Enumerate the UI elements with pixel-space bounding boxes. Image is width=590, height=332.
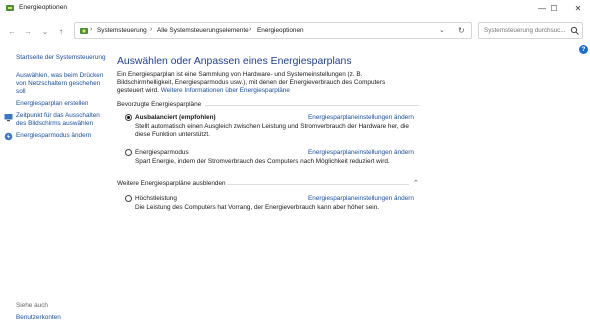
plan-energy-saver-name[interactable]: Energiesparmodus [135,149,189,156]
address-dropdown-icon[interactable]: ⌄ [439,26,445,34]
search-icon[interactable] [570,26,580,36]
sidebar-link-power-buttons-line3[interactable]: soll [16,88,26,96]
breadcrumb-separator-icon: › [90,26,93,33]
plan-energy-saver-radio[interactable] [125,149,132,156]
sidebar-link-energy-saver[interactable]: Energiesparmodus ändern [16,132,91,140]
recent-locations-chevron-icon[interactable]: ⌄ [39,25,51,37]
sidebar-link-user-accounts[interactable]: Benutzerkonten [16,314,61,322]
breadcrumb-energieoptionen[interactable]: Energieoptionen [257,27,304,34]
more-info-link[interactable]: Weitere Informationen über Energiesparpl… [161,87,290,94]
chevron-up-icon[interactable]: ⌃ [413,179,419,187]
up-arrow-icon[interactable]: ↑ [55,25,67,37]
back-arrow-icon[interactable]: ← [6,25,18,37]
sidebar-link-display-off-line2[interactable]: des Bildschirms auswählen [16,120,93,128]
plan-balanced-name[interactable]: Ausbalanciert (empfohlen) [135,114,216,121]
sidebar-link-create-plan[interactable]: Energiesparplan erstellen [16,100,88,108]
window-title: Energieoptionen [19,4,68,11]
sidebar-link-power-buttons-line2[interactable]: von Netzschaltern geschehen [16,80,100,88]
power-options-icon [6,5,14,11]
breadcrumb-separator-icon: › [249,26,252,33]
hide-more-plans-label[interactable]: Weitere Energiesparpläne ausblenden [117,180,226,187]
forward-arrow-icon[interactable]: → [22,25,34,37]
sidebar: Startseite der Systemsteuerung Auswählen… [0,44,110,332]
refresh-icon[interactable]: ↻ [458,26,465,35]
breadcrumb-alle-elemente[interactable]: Alle Systemsteuerungselemente [157,27,249,34]
section-divider [205,105,419,106]
energy-saver-icon [4,132,13,141]
help-icon[interactable]: ? [579,45,588,54]
sidebar-link-home[interactable]: Startseite der Systemsteuerung [16,54,106,62]
breadcrumb-separator-icon: › [150,26,153,33]
plan-energy-saver-settings-link[interactable]: Energiesparplaneinstellungen ändern [308,149,414,156]
plan-high-performance-name[interactable]: Höchstleistung [135,195,177,202]
title-bar: Energieoptionen — ☐ ✕ [0,0,590,17]
maximize-button[interactable]: ☐ [542,0,566,17]
plan-high-performance-settings-link[interactable]: Energiesparplaneinstellungen ändern [308,195,414,202]
display-shield-icon [4,114,13,122]
address-bar[interactable]: › Systemsteuerung › Alle Systemsteuerung… [74,22,472,39]
section-divider [227,184,409,185]
search-input[interactable]: Systemsteuerung durchsuc... [478,22,583,39]
search-placeholder: Systemsteuerung durchsuc... [484,27,566,34]
preferred-plans-label: Bevorzugte Energiesparpläne [117,101,202,108]
plan-balanced-settings-link[interactable]: Energiesparplaneinstellungen ändern [308,114,414,121]
plan-balanced-description: Stellt automatisch einen Ausgleich zwisc… [135,123,409,139]
page-title: Auswählen oder Anpassen eines Energiespa… [117,56,352,67]
close-button[interactable]: ✕ [566,0,590,17]
plan-energy-saver-description: Spart Energie, indem der Stromverbrauch … [135,158,390,165]
navigation-bar: ← → ⌄ ↑ › Systemsteuerung › Alle Systems… [0,17,590,44]
intro-text: Ein Energiesparplan ist eine Sammlung vo… [117,71,407,96]
plan-high-performance-radio[interactable] [125,195,132,202]
breadcrumb-systemsteuerung[interactable]: Systemsteuerung [97,27,147,34]
see-also-label: Siehe auch [16,302,48,309]
control-panel-icon [80,28,88,34]
plan-balanced-radio[interactable] [125,114,132,121]
sidebar-link-power-buttons-line1[interactable]: Auswählen, was beim Drücken [16,72,103,80]
sidebar-link-display-off-line1[interactable]: Zeitpunkt für das Ausschalten [16,112,100,120]
plan-high-performance-description: Die Leistung des Computers hat Vorrang, … [135,204,380,211]
